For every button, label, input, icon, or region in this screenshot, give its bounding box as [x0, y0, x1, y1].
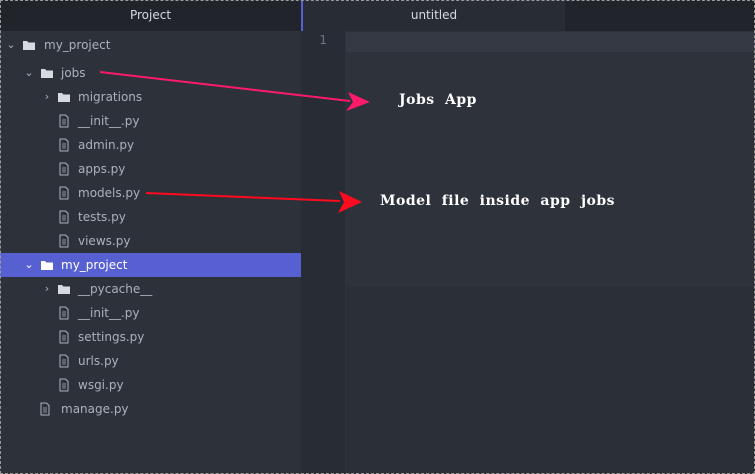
chevron-down-icon: ⌄ — [24, 66, 34, 79]
tree-item-apps-py[interactable]: apps.py — [0, 157, 301, 181]
active-line-highlight — [346, 32, 755, 52]
tree-item-label: __pycache__ — [78, 282, 153, 296]
tree-item-label: admin.py — [78, 138, 135, 152]
tree-item-label: urls.py — [78, 354, 119, 368]
folder-icon — [41, 261, 53, 270]
file-icon — [59, 114, 69, 128]
tree-item-label: migrations — [78, 90, 143, 104]
annotation-jobs-app: Jobs App — [399, 92, 477, 108]
chevron-right-icon: › — [44, 282, 50, 295]
chevron-down-icon: ⌄ — [6, 38, 16, 51]
tree-item-label: manage.py — [61, 402, 129, 416]
file-icon — [59, 186, 69, 200]
tab-untitled[interactable]: untitled — [303, 0, 565, 31]
tree-item-my-project-root[interactable]: ⌄ my_project — [0, 33, 301, 57]
tree-item-label: wsgi.py — [78, 378, 124, 392]
tree-item-admin-py[interactable]: admin.py — [0, 133, 301, 157]
tree-item-migrations[interactable]: › migrations — [0, 85, 301, 109]
tree-item-tests-py[interactable]: tests.py — [0, 205, 301, 229]
tree-item-views-py[interactable]: views.py — [0, 229, 301, 253]
tree-item-label: __init__.py — [78, 114, 140, 128]
chevron-right-icon: › — [44, 90, 50, 103]
tree-item-models-py[interactable]: models.py — [0, 181, 301, 205]
editor-area[interactable]: 1 — [301, 31, 755, 474]
tree-item-pycache[interactable]: › __pycache__ — [0, 277, 301, 301]
tree-item-manage-py[interactable]: manage.py — [0, 397, 301, 421]
tree-item-label: my_project — [44, 38, 111, 52]
project-panel: Project ⌄ my_project ⌄ jobs › migrations… — [0, 0, 301, 474]
folder-icon — [41, 69, 53, 78]
tree-item-wsgi-py[interactable]: wsgi.py — [0, 373, 301, 397]
folder-icon — [58, 285, 70, 294]
folder-icon — [23, 41, 35, 50]
tree-item-init-py[interactable]: __init__.py — [0, 301, 301, 325]
file-icon — [59, 354, 69, 368]
tree-item-label: settings.py — [78, 330, 145, 344]
file-icon — [59, 210, 69, 224]
tab-bar: untitled — [301, 0, 755, 31]
tree-item-my-project-package[interactable]: ⌄ my_project — [0, 253, 301, 277]
annotation-model-file: Model file inside app jobs — [380, 193, 616, 209]
tree-item-label: tests.py — [78, 210, 126, 224]
tree-item-label: apps.py — [78, 162, 126, 176]
file-icon — [59, 162, 69, 176]
line-number: 1 — [319, 33, 327, 47]
tree-item-settings-py[interactable]: settings.py — [0, 325, 301, 349]
tree-item-init-py[interactable]: __init__.py — [0, 109, 301, 133]
tree-item-jobs[interactable]: ⌄ jobs — [0, 61, 301, 85]
chevron-down-icon: ⌄ — [24, 258, 34, 271]
tree-item-label: views.py — [78, 234, 131, 248]
tree-item-label: models.py — [78, 186, 141, 200]
file-icon — [59, 138, 69, 152]
tree-item-label: my_project — [61, 258, 128, 272]
file-icon — [59, 306, 69, 320]
line-gutter: 1 — [301, 31, 345, 474]
tree-item-label: __init__.py — [78, 306, 140, 320]
tree-item-label: jobs — [61, 66, 86, 80]
file-icon — [40, 402, 50, 416]
tree-item-urls-py[interactable]: urls.py — [0, 349, 301, 373]
folder-icon — [58, 93, 70, 102]
project-panel-title: Project — [0, 0, 301, 31]
editor-empty-region — [346, 287, 755, 474]
file-icon — [59, 378, 69, 392]
file-icon — [59, 330, 69, 344]
file-icon — [59, 234, 69, 248]
